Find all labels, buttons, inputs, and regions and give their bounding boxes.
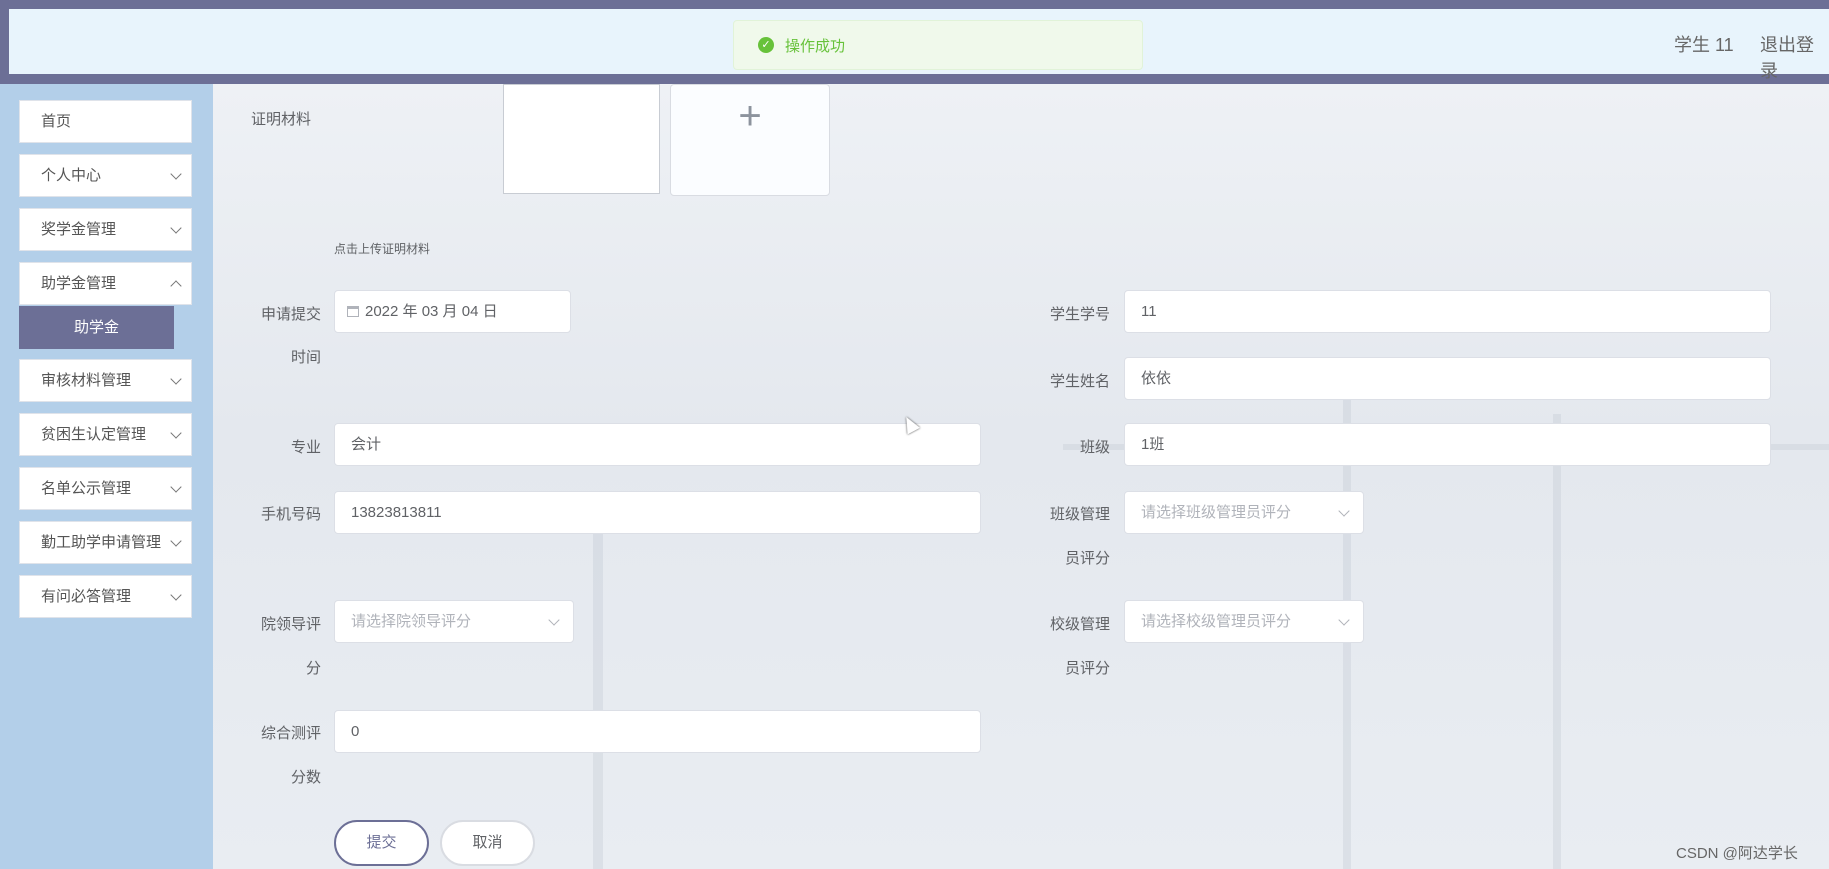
school-manager-score-select[interactable]: 请选择校级管理员评分 bbox=[1124, 600, 1364, 643]
chevron-down-icon bbox=[170, 589, 182, 601]
comprehensive-score-label: 综合测评 bbox=[260, 725, 321, 742]
major-value: 会计 bbox=[351, 436, 382, 453]
student-no-label: 学生学号 bbox=[1049, 306, 1110, 323]
sidebar-item-scholarship[interactable]: 奖学金管理 bbox=[19, 208, 192, 251]
background-decoration bbox=[1553, 414, 1561, 869]
sidebar-item-label: 奖学金管理 bbox=[41, 221, 117, 238]
class-manager-score-placeholder: 请选择班级管理员评分 bbox=[1141, 504, 1292, 521]
sidebar-item-public-list[interactable]: 名单公示管理 bbox=[19, 467, 192, 510]
phone-field[interactable]: 13823813811 bbox=[334, 491, 981, 534]
upload-hint: 点击上传证明材料 bbox=[334, 242, 431, 256]
chevron-down-icon bbox=[170, 373, 182, 385]
college-leader-score-select[interactable]: 请选择院领导评分 bbox=[334, 600, 574, 643]
sidebar-item-label: 有问必答管理 bbox=[41, 588, 132, 605]
toast-message: 操作成功 bbox=[785, 37, 846, 55]
current-user: 学生 11 bbox=[1674, 35, 1734, 55]
college-leader-score-label-cont: 分 bbox=[305, 660, 321, 677]
sidebar-item-review-materials[interactable]: 审核材料管理 bbox=[19, 359, 192, 402]
chevron-down-icon bbox=[1338, 614, 1350, 626]
watermark: CSDN @阿达学长 bbox=[1676, 845, 1798, 862]
class-manager-score-label: 班级管理 bbox=[1049, 506, 1110, 523]
background-decoration bbox=[593, 514, 603, 869]
success-toast: ✓ 操作成功 bbox=[733, 20, 1143, 70]
sidebar-item-label: 审核材料管理 bbox=[41, 372, 132, 389]
sidebar-item-home[interactable]: 首页 bbox=[19, 100, 192, 143]
sidebar-item-label: 首页 bbox=[41, 113, 72, 130]
submit-time-label-cont: 时间 bbox=[290, 349, 321, 366]
school-manager-score-label-cont: 员评分 bbox=[1064, 660, 1110, 677]
comprehensive-score-label-cont: 分数 bbox=[290, 769, 321, 786]
phone-value: 13823813811 bbox=[351, 504, 442, 521]
sidebar-item-label: 名单公示管理 bbox=[41, 480, 132, 497]
sidebar-item-label: 贫困生认定管理 bbox=[41, 426, 147, 443]
sidebar-item-personal-center[interactable]: 个人中心 bbox=[19, 154, 192, 197]
class-value: 1班 bbox=[1141, 436, 1165, 453]
submit-button[interactable]: 提交 bbox=[334, 820, 429, 866]
chevron-down-icon bbox=[170, 535, 182, 547]
major-label: 专业 bbox=[290, 439, 321, 456]
comprehensive-score-value: 0 bbox=[351, 723, 360, 740]
sidebar-item-label: 勤工助学申请管理 bbox=[41, 534, 162, 551]
upload-add-button[interactable]: + bbox=[670, 84, 830, 196]
sidebar-item-poverty-certification[interactable]: 贫困生认定管理 bbox=[19, 413, 192, 456]
class-manager-score-label-cont: 员评分 bbox=[1064, 550, 1110, 567]
major-field[interactable]: 会计 bbox=[334, 423, 981, 466]
student-name-value: 依依 bbox=[1141, 370, 1172, 387]
chevron-down-icon bbox=[1338, 505, 1350, 517]
college-leader-score-placeholder: 请选择院领导评分 bbox=[351, 613, 472, 630]
student-no-field[interactable]: 11 bbox=[1124, 290, 1771, 333]
cancel-button[interactable]: 取消 bbox=[440, 820, 535, 866]
class-label: 班级 bbox=[1079, 439, 1110, 456]
sidebar-item-label: 助学金管理 bbox=[41, 275, 117, 292]
calendar-icon bbox=[347, 306, 359, 317]
submit-time-datepicker[interactable]: 2022 年 03 月 04 日 bbox=[334, 290, 571, 333]
submit-time-label: 申请提交 bbox=[260, 306, 321, 323]
top-bar: 学生 11 退出登录 ✓ 操作成功 bbox=[0, 0, 1829, 84]
uploaded-image-thumbnail[interactable] bbox=[503, 84, 660, 194]
phone-label: 手机号码 bbox=[260, 506, 321, 523]
school-manager-score-placeholder: 请选择校级管理员评分 bbox=[1141, 613, 1292, 630]
chevron-down-icon bbox=[170, 168, 182, 180]
plus-icon: + bbox=[738, 94, 762, 138]
sidebar: 首页 个人中心 奖学金管理 助学金管理 助学金 审核材料管理 贫困生认定管理 名… bbox=[0, 84, 213, 869]
class-manager-score-select[interactable]: 请选择班级管理员评分 bbox=[1124, 491, 1364, 534]
sidebar-item-work-study[interactable]: 勤工助学申请管理 bbox=[19, 521, 192, 564]
student-no-value: 11 bbox=[1141, 303, 1157, 320]
college-leader-score-label: 院领导评 bbox=[260, 616, 321, 633]
comprehensive-score-field[interactable]: 0 bbox=[334, 710, 981, 753]
submit-time-value: 2022 年 03 月 04 日 bbox=[365, 303, 498, 320]
chevron-down-icon bbox=[170, 481, 182, 493]
school-manager-score-label: 校级管理 bbox=[1049, 616, 1110, 633]
class-field[interactable]: 1班 bbox=[1124, 423, 1771, 466]
sidebar-item-grant[interactable]: 助学金管理 bbox=[19, 262, 192, 305]
student-name-field[interactable]: 依依 bbox=[1124, 357, 1771, 400]
sidebar-subitem-grant[interactable]: 助学金 bbox=[19, 306, 174, 349]
sidebar-item-label: 个人中心 bbox=[41, 167, 102, 184]
sidebar-item-qa[interactable]: 有问必答管理 bbox=[19, 575, 192, 618]
logout-link[interactable]: 退出登录 bbox=[1760, 31, 1829, 83]
check-circle-icon: ✓ bbox=[758, 37, 774, 53]
student-name-label: 学生姓名 bbox=[1049, 373, 1110, 390]
chevron-down-icon bbox=[170, 222, 182, 234]
chevron-up-icon bbox=[170, 280, 182, 292]
chevron-down-icon bbox=[170, 427, 182, 439]
chevron-down-icon bbox=[548, 614, 560, 626]
proof-label: 证明材料 bbox=[251, 111, 312, 128]
